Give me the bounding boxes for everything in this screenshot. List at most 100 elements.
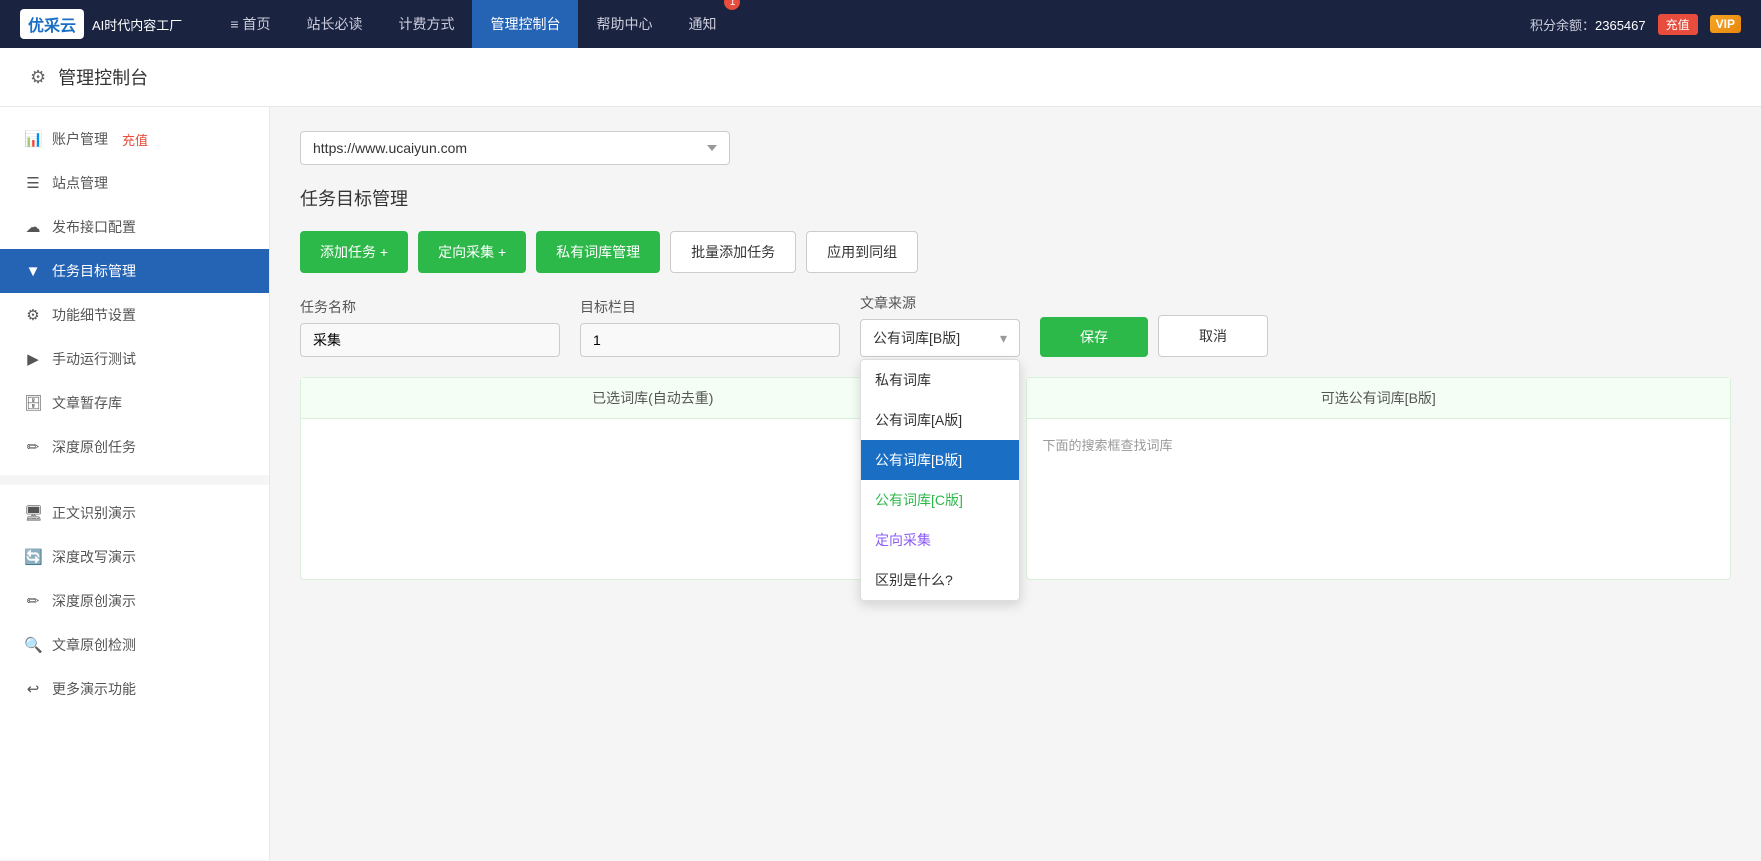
sidebar-item-more[interactable]: ↩ 更多演示功能 bbox=[0, 667, 269, 711]
nav-must-read[interactable]: 站长必读 bbox=[288, 0, 380, 48]
form-row: 任务名称 目标栏目 文章来源 公有词库[B版] ▾ 私有词库 公有词库[A版] bbox=[300, 293, 1731, 357]
private-library-button[interactable]: 私有词库管理 bbox=[536, 231, 660, 273]
article-source-select[interactable]: 公有词库[B版] ▾ bbox=[860, 319, 1020, 357]
chevron-down-icon: ▾ bbox=[1000, 330, 1007, 347]
article-source-menu: 私有词库 公有词库[A版] 公有词库[B版] 公有词库[C版] 定向采集 区别是… bbox=[860, 359, 1020, 601]
dropdown-directed[interactable]: 定向采集 bbox=[861, 520, 1019, 560]
nav-right: 积分余额：2365467 充值 VIP bbox=[1530, 14, 1741, 35]
nav-pricing-label: 计费方式 bbox=[398, 14, 454, 34]
site-icon: ☰ bbox=[24, 174, 42, 192]
logo-icon: 优采云 bbox=[20, 9, 84, 39]
sidebar-item-more-label: 更多演示功能 bbox=[52, 679, 136, 699]
more-icon: ↩ bbox=[24, 680, 42, 698]
sidebar-item-original-label: 深度原创任务 bbox=[52, 437, 136, 457]
wordbank-hint: 下面的搜索框查找词库 bbox=[1043, 438, 1173, 453]
toolbar: 添加任务 + 定向采集 + 私有词库管理 批量添加任务 应用到同组 bbox=[300, 231, 1731, 273]
vip-badge: VIP bbox=[1710, 15, 1741, 33]
sidebar-item-draft-label: 文章暂存库 bbox=[52, 393, 122, 413]
sidebar-item-account-label: 账户管理 bbox=[52, 129, 108, 149]
sidebar-item-site-label: 站点管理 bbox=[52, 173, 108, 193]
sidebar-item-rewrite-label: 深度改写演示 bbox=[52, 547, 136, 567]
sidebar-recharge-link[interactable]: 充值 bbox=[122, 130, 148, 149]
top-navigation: 优采云 AI时代内容工厂 ≡ 首页 站长必读 计费方式 管理控制台 帮助中心 通… bbox=[0, 0, 1761, 48]
cancel-button[interactable]: 取消 bbox=[1158, 315, 1268, 357]
sidebar-item-check-label: 文章原创检测 bbox=[52, 635, 136, 655]
publish-icon: ☁ bbox=[24, 218, 42, 236]
sidebar-item-manual-label: 手动运行测试 bbox=[52, 349, 136, 369]
sidebar-item-create-label: 深度原创演示 bbox=[52, 591, 136, 611]
wordbank-right-panel: 可选公有词库[B版] 下面的搜索框查找词库 bbox=[1026, 377, 1732, 580]
draft-icon: 🗄 bbox=[24, 394, 42, 412]
settings-icon: ⚙ bbox=[24, 306, 42, 324]
sidebar-item-original[interactable]: ✏ 深度原创任务 bbox=[0, 425, 269, 469]
sidebar-item-manual[interactable]: ▶ 手动运行测试 bbox=[0, 337, 269, 381]
sidebar-item-settings-label: 功能细节设置 bbox=[52, 305, 136, 325]
original-icon: ✏ bbox=[24, 438, 42, 456]
manual-icon: ▶ bbox=[24, 350, 42, 368]
article-source-label: 文章来源 bbox=[860, 293, 1020, 313]
nav-items: ≡ 首页 站长必读 计费方式 管理控制台 帮助中心 通知 1 bbox=[212, 0, 1530, 48]
dropdown-difference[interactable]: 区别是什么? bbox=[861, 560, 1019, 600]
wordbank-right-header: 可选公有词库[B版] bbox=[1027, 378, 1731, 419]
nav-dashboard-label: 管理控制台 bbox=[490, 14, 560, 34]
check-icon: 🔍 bbox=[24, 636, 42, 654]
logo-subtitle: AI时代内容工厂 bbox=[92, 15, 182, 34]
sidebar-item-rewrite[interactable]: 🔄 深度改写演示 bbox=[0, 535, 269, 579]
sidebar-item-site[interactable]: ☰ 站点管理 bbox=[0, 161, 269, 205]
main-layout: 📊 账户管理 充值 ☰ 站点管理 ☁ 发布接口配置 ▼ 任务目标管理 ⚙ 功能细… bbox=[0, 107, 1761, 860]
page-header: ⚙ 管理控制台 bbox=[0, 48, 1761, 107]
sidebar-item-task-label: 任务目标管理 bbox=[52, 261, 136, 281]
sidebar-item-publish-label: 发布接口配置 bbox=[52, 217, 136, 237]
gear-icon: ⚙ bbox=[30, 67, 46, 88]
top-recharge-button[interactable]: 充值 bbox=[1658, 14, 1698, 35]
target-col-label: 目标栏目 bbox=[580, 297, 840, 317]
points-label: 积分余额：2365467 bbox=[1530, 15, 1646, 34]
ocr-icon: 🖥 bbox=[24, 504, 42, 522]
sidebar-item-ocr-label: 正文识别演示 bbox=[52, 503, 136, 523]
task-name-group: 任务名称 bbox=[300, 297, 560, 357]
sidebar-item-task[interactable]: ▼ 任务目标管理 bbox=[0, 249, 269, 293]
account-icon: 📊 bbox=[24, 130, 42, 148]
sidebar-item-settings[interactable]: ⚙ 功能细节设置 bbox=[0, 293, 269, 337]
logo: 优采云 AI时代内容工厂 bbox=[20, 9, 182, 39]
points-amount: 2365467 bbox=[1595, 18, 1646, 33]
form-actions: 保存 取消 bbox=[1040, 315, 1268, 357]
dropdown-publicA[interactable]: 公有词库[A版] bbox=[861, 400, 1019, 440]
page-title: 管理控制台 bbox=[58, 64, 148, 90]
dropdown-private[interactable]: 私有词库 bbox=[861, 360, 1019, 400]
sidebar-divider bbox=[0, 475, 269, 485]
nav-help[interactable]: 帮助中心 bbox=[578, 0, 670, 48]
url-selector-wrap: https://www.ucaiyun.com bbox=[300, 131, 1731, 165]
rewrite-icon: 🔄 bbox=[24, 548, 42, 566]
create-icon: ✏ bbox=[24, 592, 42, 610]
target-col-group: 目标栏目 bbox=[580, 297, 840, 357]
nav-dashboard[interactable]: 管理控制台 bbox=[472, 0, 578, 48]
article-source-group: 文章来源 公有词库[B版] ▾ 私有词库 公有词库[A版] 公有词库[B版] 公… bbox=[860, 293, 1020, 357]
target-col-input[interactable] bbox=[580, 323, 840, 357]
dropdown-publicC[interactable]: 公有词库[C版] bbox=[861, 480, 1019, 520]
sidebar-item-create[interactable]: ✏ 深度原创演示 bbox=[0, 579, 269, 623]
nav-must-read-label: 站长必读 bbox=[306, 14, 362, 34]
nav-pricing[interactable]: 计费方式 bbox=[380, 0, 472, 48]
apply-group-button[interactable]: 应用到同组 bbox=[806, 231, 918, 273]
save-button[interactable]: 保存 bbox=[1040, 317, 1148, 357]
section-title: 任务目标管理 bbox=[300, 185, 1731, 211]
batch-add-button[interactable]: 批量添加任务 bbox=[670, 231, 796, 273]
sidebar-item-draft[interactable]: 🗄 文章暂存库 bbox=[0, 381, 269, 425]
nav-help-label: 帮助中心 bbox=[596, 14, 652, 34]
add-task-button[interactable]: 添加任务 + bbox=[300, 231, 408, 273]
url-select[interactable]: https://www.ucaiyun.com bbox=[300, 131, 730, 165]
nav-notify[interactable]: 通知 1 bbox=[670, 0, 734, 48]
task-name-label: 任务名称 bbox=[300, 297, 560, 317]
nav-home[interactable]: ≡ 首页 bbox=[212, 0, 288, 48]
nav-home-label: 首页 bbox=[242, 14, 270, 34]
sidebar-item-account[interactable]: 📊 账户管理 充值 bbox=[0, 117, 269, 161]
sidebar-item-publish[interactable]: ☁ 发布接口配置 bbox=[0, 205, 269, 249]
sidebar-item-ocr[interactable]: 🖥 正文识别演示 bbox=[0, 491, 269, 535]
sidebar-item-check[interactable]: 🔍 文章原创检测 bbox=[0, 623, 269, 667]
task-name-input[interactable] bbox=[300, 323, 560, 357]
directed-collect-button[interactable]: 定向采集 + bbox=[418, 231, 526, 273]
sidebar: 📊 账户管理 充值 ☰ 站点管理 ☁ 发布接口配置 ▼ 任务目标管理 ⚙ 功能细… bbox=[0, 107, 270, 860]
wordbank-right-body: 下面的搜索框查找词库 bbox=[1027, 419, 1731, 579]
dropdown-publicB[interactable]: 公有词库[B版] bbox=[861, 440, 1019, 480]
